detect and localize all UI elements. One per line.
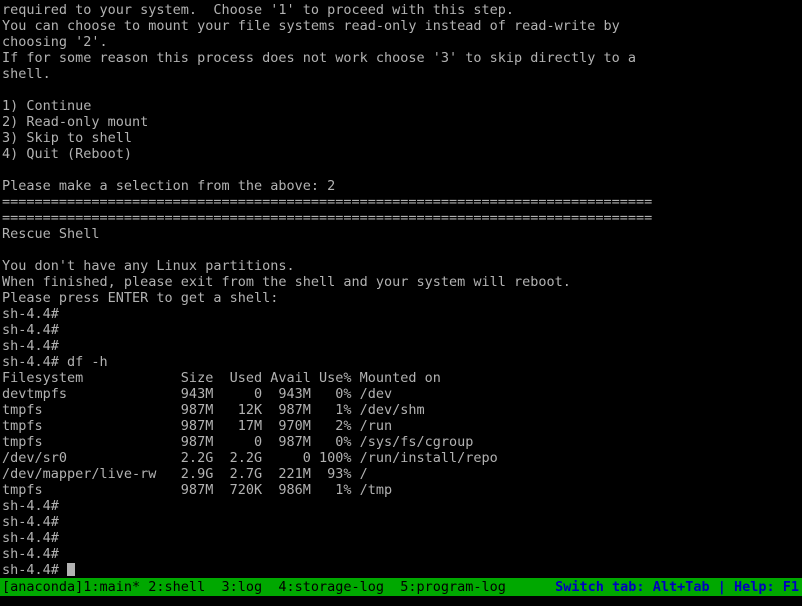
console-line: Please make a selection from the above: … — [2, 178, 336, 194]
console-line: sh-4.4# — [2, 530, 68, 546]
console-line: You don't have any Linux partitions. — [2, 258, 295, 274]
console-line: ========================================… — [2, 194, 653, 210]
console-line: 1) Continue — [2, 98, 92, 114]
console-line: sh-4.4# — [2, 322, 68, 338]
console-output[interactable]: required to your system. Choose '1' to p… — [0, 0, 802, 578]
console-line: sh-4.4# — [2, 338, 68, 354]
status-bar-hints: Switch tab: Alt+Tab | Help: F1 — [555, 579, 799, 595]
console-line: 3) Skip to shell — [2, 130, 133, 146]
console-line: tmpfs 987M 720K 986M 1% /tmp — [2, 482, 393, 498]
console-line: You can choose to mount your file system… — [2, 18, 620, 34]
console-line: ========================================… — [2, 210, 653, 226]
console-line: sh-4.4# — [2, 514, 68, 530]
console-line: Rescue Shell — [2, 226, 100, 242]
text-cursor — [67, 563, 76, 576]
console-line: required to your system. Choose '1' to p… — [2, 2, 515, 18]
console-line: sh-4.4# — [2, 546, 68, 562]
console-line: sh-4.4# — [2, 498, 68, 514]
console-line: /dev/sr0 2.2G 2.2G 0 100% /run/install/r… — [2, 450, 498, 466]
console-line: tmpfs 987M 17M 970M 2% /run — [2, 418, 393, 434]
console-line: Filesystem Size Used Avail Use% Mounted … — [2, 370, 441, 386]
console-line: Please press ENTER to get a shell: — [2, 290, 279, 306]
terminal-window: required to your system. Choose '1' to p… — [0, 0, 802, 606]
console-line: tmpfs 987M 0 987M 0% /sys/fs/cgroup — [2, 434, 474, 450]
status-bar-tabs[interactable]: [anaconda]1:main* 2:shell 3:log 4:storag… — [2, 578, 506, 596]
console-line: 4) Quit (Reboot) — [2, 146, 133, 162]
console-line: shell. — [2, 66, 51, 82]
console-line: tmpfs 987M 12K 987M 1% /dev/shm — [2, 402, 425, 418]
console-line: choosing '2'. — [2, 34, 108, 50]
console-line: sh-4.4# df -h — [2, 354, 108, 370]
tmux-status-bar: [anaconda]1:main* 2:shell 3:log 4:storag… — [0, 578, 802, 596]
console-line: If for some reason this process does not… — [2, 50, 636, 66]
console-line: /dev/mapper/live-rw 2.9G 2.7G 221M 93% / — [2, 466, 368, 482]
console-line: When finished, please exit from the shel… — [2, 274, 571, 290]
console-line: sh-4.4# — [2, 562, 802, 578]
console-line: 2) Read-only mount — [2, 114, 149, 130]
console-line: devtmpfs 943M 0 943M 0% /dev — [2, 386, 393, 402]
console-line: sh-4.4# — [2, 306, 68, 322]
status-bar-filler — [0, 596, 802, 606]
